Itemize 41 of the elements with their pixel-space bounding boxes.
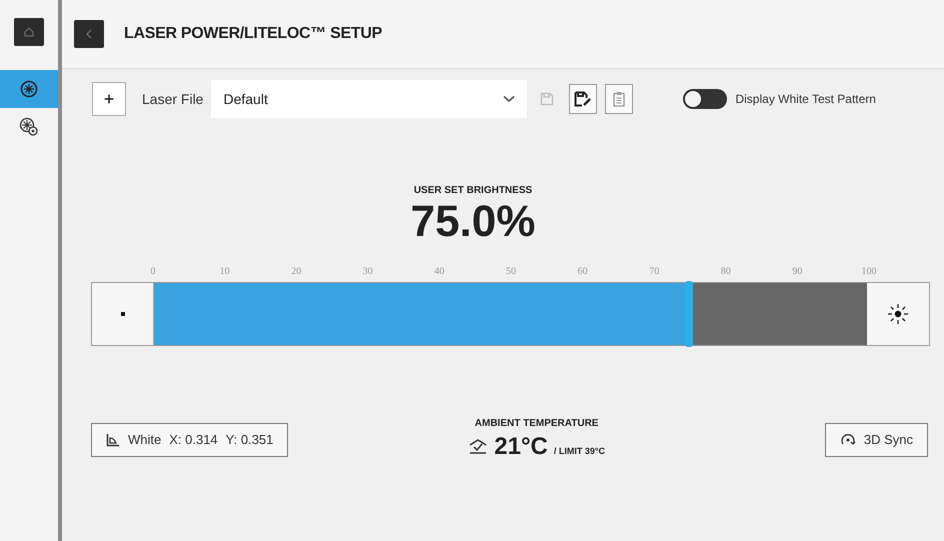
home-icon — [23, 26, 35, 38]
toggle-label: Display White Test Pattern — [735, 92, 876, 106]
chevron-down-icon — [503, 95, 516, 103]
rotate-icon — [840, 432, 856, 448]
temperature-label: AMBIENT TEMPERATURE — [474, 418, 598, 429]
temperature-limit: / LIMIT 39°C — [554, 446, 605, 456]
tick-label: 40 — [434, 266, 444, 277]
laser-file-label: Laser File — [142, 91, 204, 107]
save-as-button[interactable] — [569, 84, 598, 114]
tick-label: 20 — [291, 266, 302, 277]
tick-label: 60 — [578, 266, 588, 277]
sidebar-item[interactable] — [0, 70, 58, 108]
sun-icon — [886, 302, 910, 326]
tick-label: 70 — [649, 266, 660, 277]
chart-icon — [106, 432, 120, 446]
page-title: LASER POWER/LITELOC™ SETUP — [124, 25, 382, 43]
3d-sync-button[interactable]: 3D Sync — [824, 422, 928, 456]
temperature-value: 21°C — [494, 433, 548, 461]
tick-label: 50 — [506, 266, 516, 277]
laser-file-dropdown[interactable]: Default — [211, 80, 528, 118]
back-button[interactable] — [74, 20, 104, 48]
laser-gear-icon — [19, 117, 39, 137]
tick-label: 10 — [220, 266, 230, 277]
floppy-pencil-icon — [574, 91, 592, 107]
back-icon — [85, 29, 93, 39]
toggle-switch[interactable] — [683, 89, 728, 109]
tick-label: 30 — [362, 266, 373, 277]
tick-label: 100 — [862, 266, 876, 277]
home-button[interactable] — [14, 18, 44, 46]
brightness-label: USER SET BRIGHTNESS — [414, 185, 532, 196]
floppy-icon — [540, 92, 554, 106]
delete-button[interactable] — [605, 84, 634, 114]
tick-label: 80 — [720, 266, 731, 277]
brightness-value: 75.0% — [410, 196, 536, 248]
laser-icon — [20, 80, 38, 98]
tick-label: 90 — [792, 266, 802, 277]
brightness-slider[interactable] — [154, 283, 867, 345]
chromaticity-button[interactable]: White X: 0.314 Y: 0.351 — [91, 422, 288, 456]
tick-label: 0 — [150, 266, 156, 277]
add-button[interactable]: + — [92, 82, 126, 116]
clipboard-icon — [613, 91, 626, 107]
